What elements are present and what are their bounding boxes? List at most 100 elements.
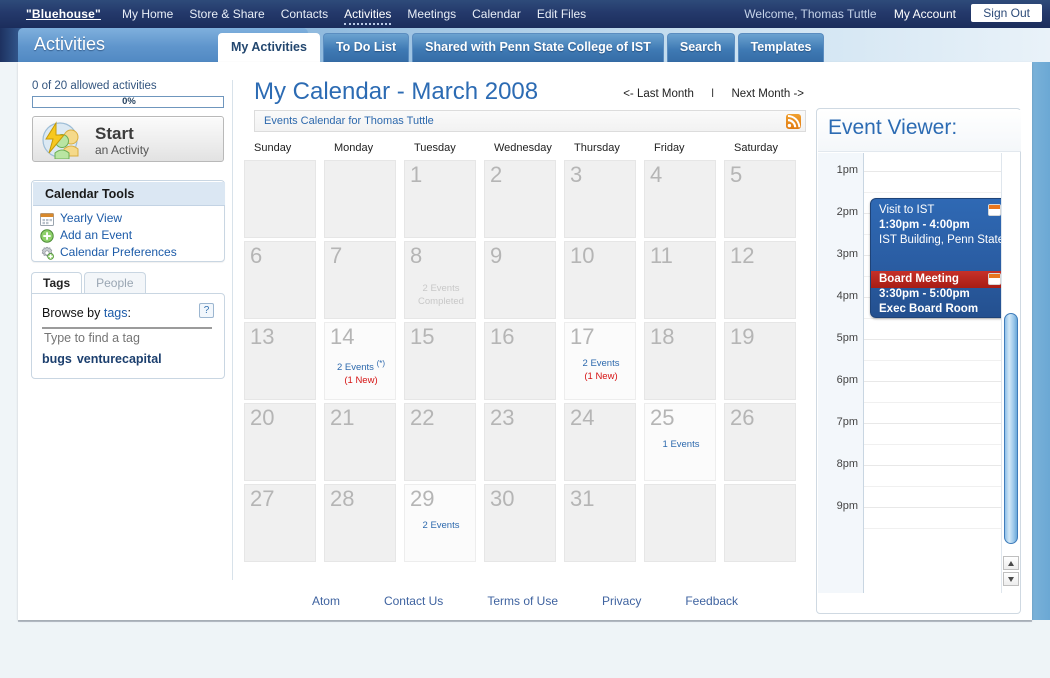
tab-to-do-list[interactable]: To Do List bbox=[322, 33, 410, 62]
tab-shared-with-penn-state-college-of-ist[interactable]: Shared with Penn State College of IST bbox=[412, 33, 664, 62]
calendar-day-cell-18[interactable]: 18 bbox=[644, 322, 716, 400]
day-number: 5 bbox=[730, 162, 743, 187]
calendar-day-cell-30[interactable]: 30 bbox=[484, 484, 556, 562]
activity-quota-progressbar: 0% bbox=[32, 96, 224, 108]
scrollbar-thumb[interactable] bbox=[1004, 313, 1018, 544]
tag-bugs[interactable]: bugs bbox=[42, 352, 72, 366]
calendar-tools-panel: Calendar Tools Yearly View Add an Event Ca… bbox=[31, 180, 225, 262]
day-number: 12 bbox=[730, 243, 755, 268]
time-label-5pm: 5pm bbox=[836, 332, 858, 344]
calendar-day-cell-20[interactable]: 20 bbox=[244, 403, 316, 481]
tags-tab-strip: Tags People bbox=[31, 272, 148, 294]
tab-search[interactable]: Search bbox=[666, 33, 735, 62]
weekday-header-wednesday: Wednesday bbox=[494, 142, 552, 154]
tag-venturecapital[interactable]: venturecapital bbox=[77, 352, 162, 366]
tab-templates[interactable]: Templates bbox=[737, 33, 825, 62]
weekday-header-sunday: Sunday bbox=[254, 142, 292, 154]
tags-tab-people[interactable]: People bbox=[84, 272, 146, 294]
calendar-day-cell-11[interactable]: 11 bbox=[644, 241, 716, 319]
nav-link-my-home[interactable]: My Home bbox=[122, 7, 173, 23]
calendar-day-cell-26[interactable]: 26 bbox=[724, 403, 796, 481]
time-label-1pm: 1pm bbox=[836, 164, 858, 176]
calendar-day-cell-1[interactable]: 1 bbox=[404, 160, 476, 238]
weekday-header-tuesday: Tuesday bbox=[414, 142, 456, 154]
calendar-day-cell-23[interactable]: 23 bbox=[484, 403, 556, 481]
calendar-icon bbox=[988, 204, 1001, 216]
tab-strip: My Activities To Do List Shared with Penn … bbox=[218, 33, 827, 62]
day-events-summary[interactable]: 2 Events bbox=[405, 519, 477, 532]
calendar-day-cell-21[interactable]: 21 bbox=[324, 403, 396, 481]
calendar-day-cell-29[interactable]: 29 2 Events bbox=[404, 484, 476, 562]
rss-icon[interactable] bbox=[786, 114, 801, 129]
day-events-summary[interactable]: 2 Events (1 New) bbox=[565, 357, 637, 383]
calendar-day-cell-27[interactable]: 27 bbox=[244, 484, 316, 562]
my-account-link[interactable]: My Account bbox=[894, 0, 956, 28]
calendar-day-cell-19[interactable]: 19 bbox=[724, 322, 796, 400]
calendar-day-cell-14[interactable]: 14 2 Events (*) (1 New) bbox=[324, 322, 396, 400]
calendar-day-cell-9[interactable]: 9 bbox=[484, 241, 556, 319]
time-gridline bbox=[864, 465, 1001, 466]
nav-link-activities[interactable]: Activities bbox=[344, 7, 392, 25]
start-activity-icon bbox=[42, 121, 79, 159]
event-viewer-scrollbar[interactable] bbox=[1001, 153, 1019, 593]
next-month-link[interactable]: Next Month -> bbox=[731, 88, 804, 100]
footer-link-terms-of-use[interactable]: Terms of Use bbox=[487, 582, 558, 620]
start-an-activity-button[interactable]: Start an Activity bbox=[32, 116, 224, 162]
tool-link-label: Yearly View bbox=[60, 211, 123, 225]
day-number: 20 bbox=[250, 405, 275, 430]
prev-month-link[interactable]: <- Last Month bbox=[623, 88, 694, 100]
nav-link-edit-files[interactable]: Edit Files bbox=[537, 7, 586, 23]
footer-link-feedback[interactable]: Feedback bbox=[685, 582, 738, 620]
calendar-day-cell-3[interactable]: 3 bbox=[564, 160, 636, 238]
nav-link-store-share[interactable]: Store & Share bbox=[189, 7, 264, 23]
calendar-day-cell-10[interactable]: 10 bbox=[564, 241, 636, 319]
calendar-icon bbox=[988, 273, 1001, 285]
help-icon[interactable]: ? bbox=[199, 303, 214, 318]
calendar-day-cell-13[interactable]: 13 bbox=[244, 322, 316, 400]
calendar-day-cell-22[interactable]: 22 bbox=[404, 403, 476, 481]
scroll-up-button[interactable] bbox=[1003, 556, 1019, 570]
calendar-day-cell-7[interactable]: 7 bbox=[324, 241, 396, 319]
nav-link-contacts[interactable]: Contacts bbox=[281, 7, 328, 23]
time-gridline bbox=[864, 423, 1001, 424]
calendar-day-cell-16[interactable]: 16 bbox=[484, 322, 556, 400]
month-navigation: <- Last Month I Next Month -> bbox=[623, 88, 804, 100]
welcome-text: Welcome, Thomas Tuttle bbox=[744, 7, 877, 21]
footer-link-atom[interactable]: Atom bbox=[312, 582, 340, 620]
day-number: 11 bbox=[650, 243, 673, 268]
calendar-day-cell-6[interactable]: 6 bbox=[244, 241, 316, 319]
calendar-day-cell-24[interactable]: 24 bbox=[564, 403, 636, 481]
calendar-day-cell-12[interactable]: 12 bbox=[724, 241, 796, 319]
brand-logo[interactable]: "Bluehouse" bbox=[26, 7, 101, 21]
tag-search-input[interactable] bbox=[42, 327, 212, 346]
event-block-visit-to-ist[interactable]: Visit to IST 1:30pm - 4:00pm IST Buildin… bbox=[870, 198, 1007, 318]
calendar-day-cell-17[interactable]: 17 2 Events (1 New) bbox=[564, 322, 636, 400]
day-number: 8 bbox=[410, 243, 423, 268]
day-events-summary[interactable]: 1 Events bbox=[645, 438, 717, 451]
tab-my-activities[interactable]: My Activities bbox=[218, 33, 320, 62]
nav-link-calendar[interactable]: Calendar bbox=[472, 7, 521, 23]
time-label-column bbox=[818, 153, 864, 593]
time-label-2pm: 2pm bbox=[836, 206, 858, 218]
time-label-8pm: 8pm bbox=[836, 458, 858, 470]
calendar-day-cell-28[interactable]: 28 bbox=[324, 484, 396, 562]
calendar-day-cell-25[interactable]: 25 1 Events bbox=[644, 403, 716, 481]
footer-link-privacy[interactable]: Privacy bbox=[602, 582, 641, 620]
nav-link-meetings[interactable]: Meetings bbox=[407, 7, 456, 23]
calendar-day-cell-15[interactable]: 15 bbox=[404, 322, 476, 400]
calendar-day-cell-31[interactable]: 31 bbox=[564, 484, 636, 562]
sign-out-button[interactable]: Sign Out bbox=[971, 4, 1042, 22]
chevron-up-icon bbox=[1008, 561, 1014, 566]
footer-link-contact-us[interactable]: Contact Us bbox=[384, 582, 443, 620]
calendar-day-cell-4[interactable]: 4 bbox=[644, 160, 716, 238]
calendar-day-cell-2[interactable]: 2 bbox=[484, 160, 556, 238]
day-events-summary[interactable]: 2 Events (*) (1 New) bbox=[325, 357, 397, 387]
primary-nav-links: My Home Store & Share Contacts Activities Me… bbox=[122, 7, 602, 25]
calendar-day-cell-5[interactable]: 5 bbox=[724, 160, 796, 238]
day-number: 22 bbox=[410, 405, 435, 430]
tags-tab-tags[interactable]: Tags bbox=[31, 272, 83, 294]
calendar-day-cell-8[interactable]: 8 2 Events Completed bbox=[404, 241, 476, 319]
day-number: 6 bbox=[250, 243, 263, 268]
events-feed-label[interactable]: Events Calendar for Thomas Tuttle bbox=[264, 115, 434, 127]
tags-link[interactable]: tags bbox=[104, 306, 128, 320]
